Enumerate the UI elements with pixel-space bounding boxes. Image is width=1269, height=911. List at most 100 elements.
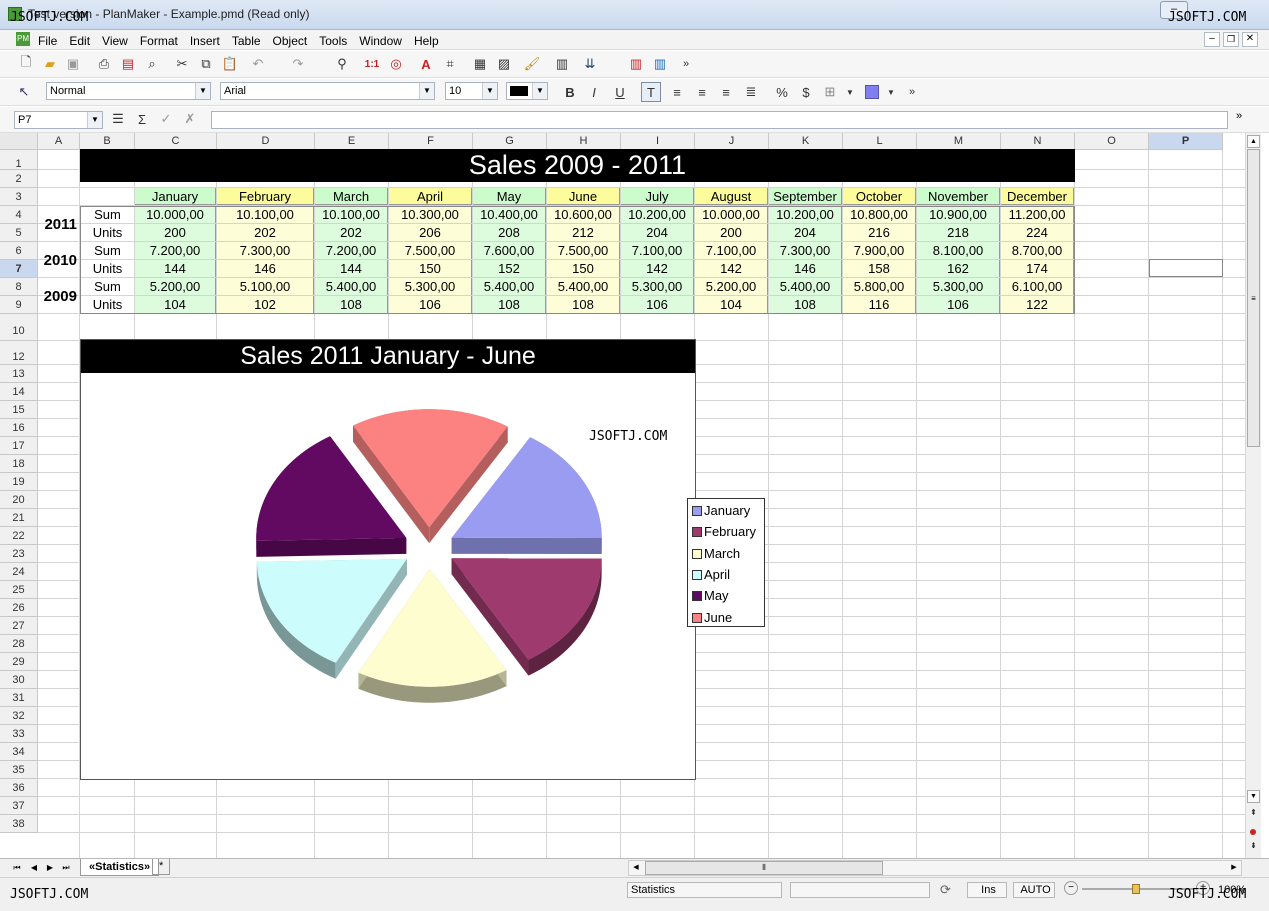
column-header-o[interactable]: O [1075, 133, 1149, 150]
menu-insert[interactable]: Insert [184, 31, 226, 51]
status-insert-mode[interactable]: Ins [967, 882, 1007, 898]
page-up-icon[interactable]: ⇞ [1247, 808, 1260, 821]
data-cell[interactable]: 10.300,00 [389, 206, 472, 223]
font-size-select[interactable]: 10 ▼ [445, 82, 498, 100]
column-header-d[interactable]: D [217, 133, 315, 150]
row-label[interactable]: Units [81, 224, 134, 241]
column-header-h[interactable]: H [547, 133, 621, 150]
italic-icon[interactable]: I [584, 82, 604, 102]
menu-format[interactable]: Format [134, 31, 184, 51]
month-header[interactable]: March [315, 188, 388, 205]
data-cell[interactable]: 5.400,00 [473, 278, 546, 295]
more-format-icon[interactable]: » [902, 82, 922, 102]
data-cell[interactable]: 108 [473, 296, 546, 313]
data-cell[interactable]: 5.300,00 [389, 278, 472, 295]
column-header-e[interactable]: E [315, 133, 389, 150]
month-header[interactable]: October [843, 188, 916, 205]
data-cell[interactable]: 174 [1001, 260, 1074, 277]
data-cell[interactable]: 200 [695, 224, 768, 241]
data-cell[interactable]: 7.200,00 [135, 242, 216, 259]
row-header-31[interactable]: 31 [0, 689, 38, 707]
data-cell[interactable]: 5.400,00 [547, 278, 620, 295]
browse-object-icon[interactable] [1250, 829, 1256, 835]
row-header-27[interactable]: 27 [0, 617, 38, 635]
bold-icon[interactable]: B [560, 82, 580, 102]
row-header-32[interactable]: 32 [0, 707, 38, 725]
data-cell[interactable]: 212 [547, 224, 620, 241]
first-sheet-icon[interactable]: ⏮ [10, 861, 24, 875]
column-header-n[interactable]: N [1001, 133, 1075, 150]
data-cell[interactable]: 202 [315, 224, 388, 241]
row-header-35[interactable]: 35 [0, 761, 38, 779]
text-style-icon[interactable]: T [641, 82, 661, 102]
row-header-12[interactable]: 12 [0, 341, 38, 365]
style-select[interactable]: Normal ▼ [46, 82, 211, 100]
row-header-5[interactable]: 5 [0, 224, 38, 242]
zoom-out-icon[interactable]: − [1064, 881, 1078, 895]
open-icon[interactable]: ▰ [40, 54, 60, 74]
borders-icon[interactable]: ⊞ [820, 82, 840, 102]
row-header-30[interactable]: 30 [0, 671, 38, 689]
row-header-2[interactable]: 2 [0, 170, 38, 188]
column-header-g[interactable]: G [473, 133, 547, 150]
row-label[interactable]: Sum [81, 206, 134, 223]
data-cell[interactable]: 150 [389, 260, 472, 277]
redo-icon[interactable]: ↷ [288, 54, 308, 74]
data-cell[interactable]: 7.100,00 [695, 242, 768, 259]
save-icon[interactable]: ▣ [63, 54, 83, 74]
row-header-13[interactable]: 13 [0, 365, 38, 383]
data-cell[interactable]: 10.000,00 [695, 206, 768, 223]
text-frame-icon[interactable]: A [416, 54, 436, 74]
month-header[interactable]: August [695, 188, 768, 205]
data-cell[interactable]: 5.300,00 [917, 278, 1000, 295]
data-cell[interactable]: 5.100,00 [217, 278, 314, 295]
doc-restore-button[interactable]: ❐ [1223, 32, 1239, 47]
column-header-a[interactable]: A [38, 133, 80, 150]
menu-view[interactable]: View [96, 31, 134, 51]
align-right-icon[interactable]: ≡ [716, 82, 736, 102]
undo-icon[interactable]: ↶ [248, 54, 268, 74]
column-header-i[interactable]: I [621, 133, 695, 150]
data-cell[interactable]: 216 [843, 224, 916, 241]
formula-more-icon[interactable]: » [1236, 110, 1242, 122]
page-down-icon[interactable]: ⇟ [1247, 841, 1260, 854]
find-icon[interactable]: ⚲ [332, 54, 352, 74]
sum-icon[interactable]: Σ [132, 109, 152, 129]
status-calc-mode[interactable]: AUTO [1013, 882, 1055, 898]
cancel-icon[interactable]: ✗ [180, 109, 200, 129]
month-header[interactable]: April [389, 188, 472, 205]
selected-cell[interactable] [1149, 259, 1223, 277]
row-header-6[interactable]: 6 [0, 242, 38, 260]
row-header-37[interactable]: 37 [0, 797, 38, 815]
month-header[interactable]: June [547, 188, 620, 205]
row-label[interactable]: Units [81, 296, 134, 313]
row-header-24[interactable]: 24 [0, 563, 38, 581]
column-header-l[interactable]: L [843, 133, 917, 150]
data-cell[interactable]: 104 [695, 296, 768, 313]
menu-edit[interactable]: Edit [63, 31, 96, 51]
data-cell[interactable]: 5.800,00 [843, 278, 916, 295]
chart-icon[interactable]: ▥ [552, 54, 572, 74]
data-cell[interactable]: 11.200,00 [1001, 206, 1074, 223]
print-preview-icon[interactable]: ⌕ [142, 54, 162, 74]
insert-function-icon[interactable]: ☰ [108, 109, 128, 129]
data-cell[interactable]: 146 [217, 260, 314, 277]
paint-icon[interactable]: 🖌 [522, 54, 542, 74]
data-cell[interactable]: 10.000,00 [135, 206, 216, 223]
data-cell[interactable]: 7.100,00 [621, 242, 694, 259]
copy-icon[interactable]: ⧉ [196, 54, 216, 74]
more-tools-icon[interactable]: » [676, 54, 696, 74]
row-header-14[interactable]: 14 [0, 383, 38, 401]
data-cell[interactable]: 200 [135, 224, 216, 241]
data-cell[interactable]: 10.400,00 [473, 206, 546, 223]
last-sheet-icon[interactable]: ⏭ [59, 861, 73, 875]
horizontal-scroll-thumb[interactable]: ⦀ [645, 861, 883, 875]
data-cell[interactable]: 152 [473, 260, 546, 277]
row-header-19[interactable]: 19 [0, 473, 38, 491]
vertical-scroll-thumb[interactable]: ≡ [1247, 149, 1260, 447]
data-cell[interactable]: 108 [547, 296, 620, 313]
menu-object[interactable]: Object [267, 31, 314, 51]
data-cell[interactable]: 108 [315, 296, 388, 313]
data-cell[interactable]: 202 [217, 224, 314, 241]
month-header[interactable]: November [917, 188, 1000, 205]
